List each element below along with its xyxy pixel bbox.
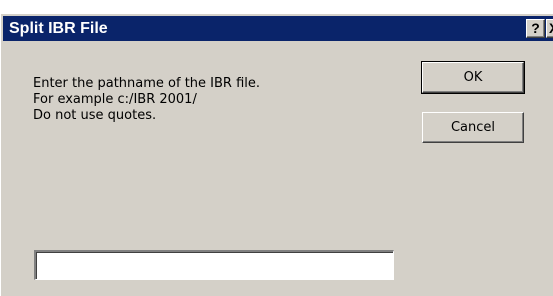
- prompt-line-3: Do not use quotes.: [33, 108, 157, 123]
- cancel-button[interactable]: Cancel: [422, 112, 524, 143]
- close-button[interactable]: X: [546, 19, 553, 38]
- split-ibr-dialog: Split IBR File ? X Enter the pathname of…: [0, 13, 553, 296]
- title-bar[interactable]: Split IBR File ? X: [3, 16, 553, 41]
- help-icon: ?: [531, 20, 540, 36]
- help-button[interactable]: ?: [526, 19, 545, 38]
- prompt-line-1: Enter the pathname of the IBR file.: [33, 76, 261, 91]
- window-title: Split IBR File: [9, 20, 108, 37]
- pathname-input[interactable]: [34, 250, 394, 280]
- close-icon: X: [549, 20, 553, 36]
- ok-button[interactable]: OK: [421, 61, 525, 94]
- prompt-text: Enter the pathname of the IBR file. For …: [33, 76, 260, 124]
- prompt-line-2: For example c:/IBR 2001/: [33, 92, 197, 107]
